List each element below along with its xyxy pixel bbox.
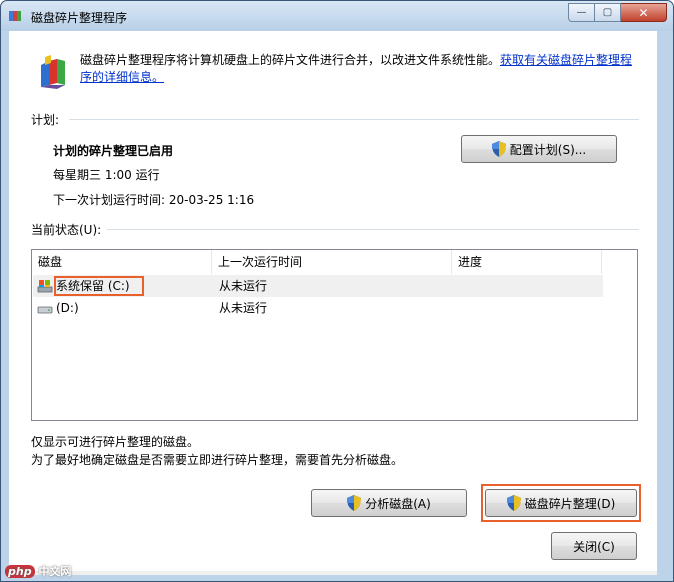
intro-text: 磁盘碎片整理程序将计算机硬盘上的碎片文件进行合并，以改进文件系统性能。 (80, 53, 501, 67)
disk-row-d[interactable]: (D:) 从未运行 (33, 297, 603, 319)
title-bar[interactable]: 磁盘碎片整理程序 — ▢ ✕ (1, 1, 673, 31)
disk-list-header: 磁盘 上一次运行时间 进度 (32, 250, 637, 274)
analyze-disk-label: 分析磁盘(A) (365, 496, 431, 511)
minimize-button[interactable]: — (568, 3, 595, 22)
schedule-frequency: 每星期三 1:00 运行 (53, 168, 160, 182)
client-area: 磁盘碎片整理程序将计算机硬盘上的碎片文件进行合并，以改进文件系统性能。获取有关磁… (9, 31, 657, 575)
schedule-next-run: 下一次计划运行时间: 20-03-25 1:16 (53, 193, 255, 207)
hard-drive-icon (37, 306, 53, 314)
schedule-group-label: 计划: (31, 113, 60, 127)
column-header-last-run[interactable]: 上一次运行时间 (212, 250, 452, 274)
watermark-badge: php (5, 565, 35, 578)
close-button-label: 关闭(C) (573, 539, 615, 554)
defrag-books-icon (41, 55, 65, 89)
column-header-progress[interactable]: 进度 (452, 250, 602, 274)
note-line-1: 仅显示可进行碎片整理的磁盘。 (31, 435, 200, 449)
content-panel: 磁盘碎片整理程序将计算机硬盘上的碎片文件进行合并，以改进文件系统性能。获取有关磁… (9, 31, 657, 571)
configure-schedule-button[interactable]: 配置计划(S)... (461, 135, 617, 163)
highlight-box-disk-c (54, 276, 144, 296)
close-button[interactable]: 关闭(C) (551, 532, 637, 560)
last-run-c: 从未运行 (219, 279, 268, 293)
status-divider (107, 229, 639, 230)
watermark-text: 中文网 (38, 565, 72, 578)
window-title: 磁盘碎片整理程序 (31, 11, 128, 25)
uac-shield-icon (491, 141, 506, 157)
analyze-disk-button[interactable]: 分析磁盘(A) (311, 489, 467, 517)
disk-name-d: (D:) (56, 301, 79, 315)
disk-list[interactable]: 磁盘 上一次运行时间 进度 系统保留 (C:) 从未运行 (D:) 从未运行 (31, 249, 638, 421)
last-run-d: 从未运行 (219, 301, 268, 315)
highlight-box-defrag (481, 484, 641, 522)
maximize-button[interactable]: ▢ (595, 3, 621, 22)
schedule-status: 计划的碎片整理已启用 (53, 144, 174, 158)
defrag-app-icon (9, 11, 21, 21)
column-header-disk[interactable]: 磁盘 (32, 250, 212, 274)
defrag-window: 磁盘碎片整理程序 — ▢ ✕ 磁盘碎片整理程序将计算机硬盘上的碎片文件进行合并，… (0, 0, 674, 582)
caption-buttons: — ▢ ✕ (568, 3, 667, 23)
note-line-2: 为了最好地确定磁盘是否需要立即进行碎片整理，需要首先分析磁盘。 (31, 453, 404, 467)
watermark: php 中文网 (5, 563, 71, 579)
intro-description: 磁盘碎片整理程序将计算机硬盘上的碎片文件进行合并，以改进文件系统性能。获取有关磁… (80, 52, 640, 86)
current-status-group-label: 当前状态(U): (31, 223, 102, 237)
uac-shield-icon (347, 495, 362, 511)
system-drive-icon (37, 280, 53, 293)
configure-schedule-label: 配置计划(S)... (509, 142, 587, 157)
schedule-divider (69, 119, 639, 120)
close-window-button[interactable]: ✕ (621, 3, 667, 22)
